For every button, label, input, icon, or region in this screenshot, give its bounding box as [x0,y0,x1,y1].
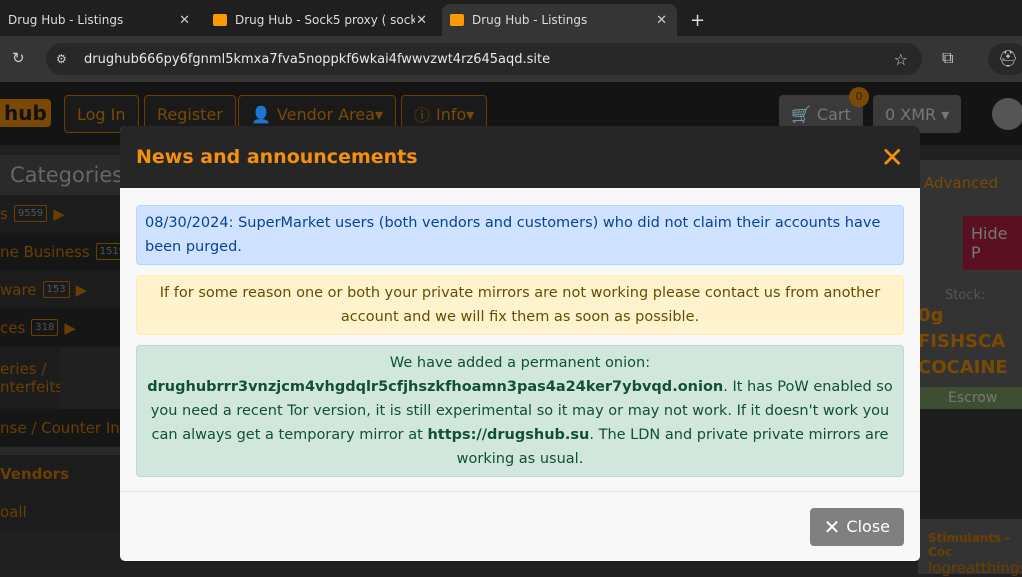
tab-listings-active[interactable]: Drug Hub - Listings ✕ [442,4,677,36]
avatar[interactable] [992,98,1022,130]
favicon-icon [450,14,464,26]
close-icon: ✕ [823,514,841,539]
mirror-link[interactable]: https://drugshub.su [427,427,589,443]
alert-info: 08/30/2024: SuperMarket users (both vend… [136,205,904,265]
cart-icon: 🛒 [791,104,811,124]
tab-listings-1[interactable]: Drug Hub - Listings ✕ [0,4,200,36]
cart-count-badge: 0 [849,87,869,107]
star-icon[interactable]: ☆ [894,50,908,69]
advanced-search-link[interactable]: Advanced [918,160,1022,206]
tab-sock5[interactable]: Drug Hub - Sock5 proxy ( socks ✕ [205,4,437,36]
extensions-icon[interactable]: ⧉ [942,48,953,68]
url-bar[interactable]: ⚙ drughub666py6fgnml5kmxa7fva5noppkf6wka… [46,43,922,75]
close-tab-icon[interactable]: ✕ [416,13,427,28]
caret-right-icon: ▶ [53,204,65,223]
close-button[interactable]: ✕ Close [809,507,904,546]
favicon-icon [213,14,227,26]
category-item[interactable]: eries / nterfeits [0,347,60,409]
address-toolbar: ↻ ⚙ drughub666py6fgnml5kmxa7fva5noppkf6w… [0,36,1022,82]
listing-panel: Advanced Hide P Stock: 0g FISHSCA COCAIN… [918,160,1022,577]
new-tab-button[interactable]: + [682,4,713,36]
user-icon: 👤 [251,104,271,124]
alert-warning: If for some reason one or both your priv… [136,275,904,335]
announcements-modal: News and announcements ✕ 08/30/2024: Sup… [120,126,920,561]
hide-button[interactable]: Hide P [963,216,1022,270]
site-info-icon[interactable]: ⚙ [56,52,67,66]
caret-right-icon: ▶ [75,280,88,299]
close-icon[interactable]: ✕ [881,141,904,174]
tab-bar: Drug Hub - Listings ✕ Drug Hub - Sock5 pr… [0,0,1022,36]
info-icon: ⓘ [414,106,431,125]
onion-address: drughubrrr3vnzjcm4vhgdqlr5cfjhszkfhoamn3… [147,379,724,395]
close-tab-icon[interactable]: ✕ [179,13,190,28]
close-tab-icon[interactable]: ✕ [656,13,667,28]
modal-title: News and announcements [136,146,418,168]
alert-success: We have added a permanent onion: drughubr… [136,345,904,477]
incognito-icon[interactable]: ⛑ [988,43,1022,75]
listing-title[interactable]: 0g FISHSCA COCAINE [918,303,1022,381]
caret-right-icon: ▶ [64,318,76,337]
reload-icon[interactable]: ↻ [12,49,25,67]
escrow-badge: Escrow [918,387,1022,409]
site-logo[interactable]: hub [0,99,51,127]
